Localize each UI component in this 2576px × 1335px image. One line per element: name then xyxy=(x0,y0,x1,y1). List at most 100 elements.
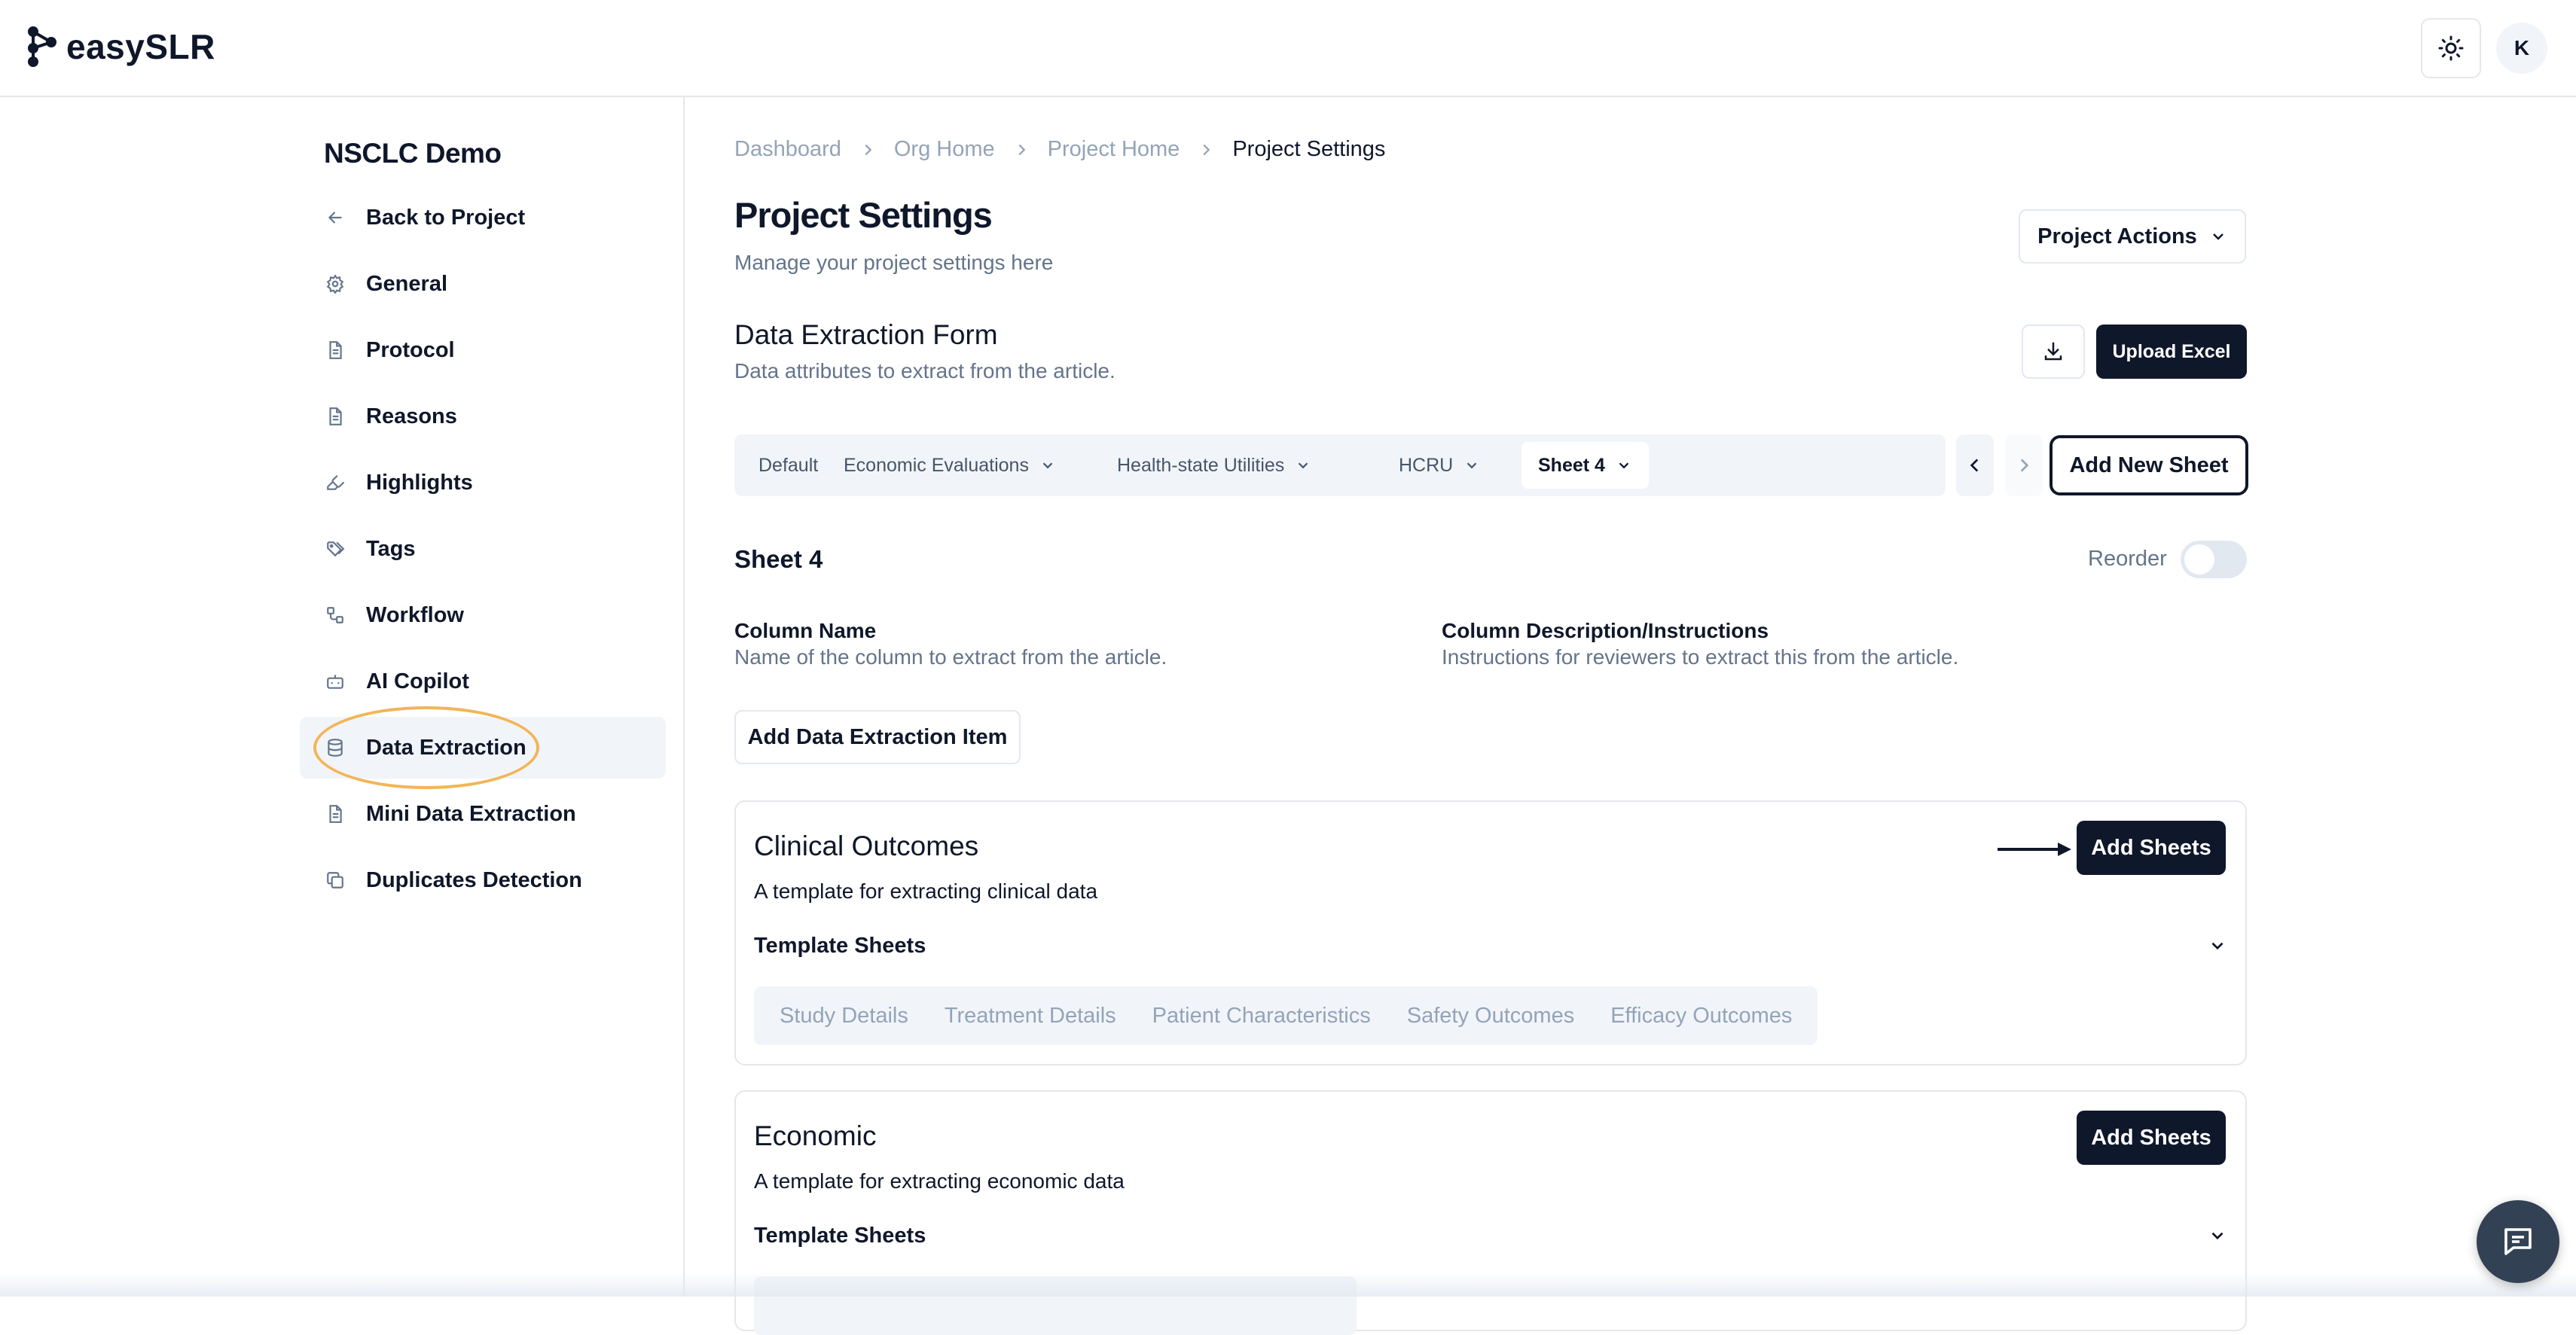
column-description-heading: Column Description/Instructions xyxy=(1442,619,1769,642)
database-icon xyxy=(324,736,346,759)
template-description: A template for extracting clinical data xyxy=(754,879,1098,903)
pointer-arrow-annotation xyxy=(1998,843,2071,856)
add-new-sheet-button[interactable]: Add New Sheet xyxy=(2050,435,2248,495)
template-sheets-list: Study Details Treatment Details Patient … xyxy=(754,986,1818,1045)
breadcrumb-current: Project Settings xyxy=(1232,137,1386,161)
sidebar-item-workflow[interactable]: Workflow xyxy=(300,584,666,646)
template-title: Economic xyxy=(754,1120,877,1151)
chevron-down-icon[interactable] xyxy=(2206,1224,2229,1247)
template-sheets-label: Template Sheets xyxy=(754,934,926,958)
workflow-icon xyxy=(324,604,346,626)
logo[interactable]: easySLR xyxy=(26,26,215,68)
tab-sheet-4[interactable]: Sheet 4 xyxy=(1521,442,1649,489)
logo-icon xyxy=(28,26,56,67)
sidebar-item-label: Tags xyxy=(366,536,416,561)
tab-label: Default xyxy=(758,454,819,476)
upload-excel-button[interactable]: Upload Excel xyxy=(2096,325,2247,379)
add-data-extraction-item-button[interactable]: Add Data Extraction Item xyxy=(734,710,1021,764)
sidebar-item-highlights[interactable]: Highlights xyxy=(300,452,666,514)
bot-icon xyxy=(324,670,346,693)
sidebar-item-mini-data-extraction[interactable]: Mini Data Extraction xyxy=(300,783,666,845)
template-sheets-label: Template Sheets xyxy=(754,1224,926,1248)
document-icon xyxy=(324,803,346,825)
form-subtitle: Data attributes to extract from the arti… xyxy=(734,359,1116,383)
tab-economic-evaluations[interactable]: Economic Evaluations xyxy=(827,442,1073,489)
sidebar-item-label: Mini Data Extraction xyxy=(366,801,576,826)
tab-default[interactable]: Default xyxy=(742,442,835,489)
column-name-heading: Column Name xyxy=(734,619,877,642)
sidebar-item-tags[interactable]: Tags xyxy=(300,518,666,580)
reorder-toggle[interactable] xyxy=(2181,541,2247,578)
sidebar-item-label: Reasons xyxy=(366,404,457,428)
toggle-knob xyxy=(2184,544,2214,575)
chevron-down-icon xyxy=(1299,462,1308,469)
highlighter-icon xyxy=(324,471,346,494)
reorder-label: Reorder xyxy=(2088,547,2167,571)
project-actions-label: Project Actions xyxy=(2037,224,2197,248)
chevron-down-icon xyxy=(1467,462,1477,469)
form-title: Data Extraction Form xyxy=(734,319,998,350)
sidebar-item-duplicates-detection[interactable]: Duplicates Detection xyxy=(300,849,666,911)
tags-icon xyxy=(324,538,346,560)
sheet-title: Sheet 4 xyxy=(734,545,823,573)
breadcrumb-dashboard[interactable]: Dashboard xyxy=(734,137,841,162)
tab-hcru[interactable]: HCRU xyxy=(1382,442,1497,489)
page-title: Project Settings xyxy=(734,195,993,235)
chevron-down-icon xyxy=(2212,233,2223,240)
scroll-tabs-right-button[interactable] xyxy=(2005,434,2043,496)
sidebar-divider xyxy=(683,97,685,1297)
copy-icon xyxy=(324,869,346,892)
sidebar-item-label: Workflow xyxy=(366,602,464,627)
add-sheets-button[interactable]: Add Sheets xyxy=(2077,821,2226,875)
template-sheet-chip: Study Details xyxy=(780,1003,908,1028)
sheet-tabs: Default Economic Evaluations Health-stat… xyxy=(734,434,1946,496)
chevron-right-icon xyxy=(859,142,876,158)
tab-health-state-utilities[interactable]: Health-state Utilities xyxy=(1100,442,1328,489)
sidebar-item-back-to-project[interactable]: Back to Project xyxy=(300,187,666,248)
column-description-description: Instructions for reviewers to extract th… xyxy=(1442,645,1959,669)
chevron-down-icon xyxy=(1042,462,1053,469)
gear-icon xyxy=(324,273,346,295)
chat-button[interactable] xyxy=(2477,1200,2559,1283)
breadcrumb-org-home[interactable]: Org Home xyxy=(894,137,995,162)
user-avatar[interactable]: K xyxy=(2496,23,2547,74)
template-sheets-list xyxy=(754,1276,1357,1335)
chevron-right-icon xyxy=(1013,142,1030,158)
sidebar-item-label: Duplicates Detection xyxy=(366,867,582,892)
add-sheets-button[interactable]: Add Sheets xyxy=(2077,1111,2226,1165)
chevron-down-icon[interactable] xyxy=(2206,934,2229,957)
scroll-tabs-left-button[interactable] xyxy=(1956,434,1994,496)
sidebar-item-reasons[interactable]: Reasons xyxy=(300,386,666,447)
top-bar: easySLR K xyxy=(0,0,2576,97)
breadcrumb: Dashboard Org Home Project Home Project … xyxy=(734,137,1385,162)
template-sheet-chip: Treatment Details xyxy=(944,1003,1116,1028)
chevron-left-icon xyxy=(1970,459,1979,472)
theme-toggle-button[interactable] xyxy=(2421,18,2481,78)
project-name: NSCLC Demo xyxy=(324,138,502,169)
sidebar-item-label: Highlights xyxy=(366,470,473,495)
template-sheet-chip: Efficacy Outcomes xyxy=(1610,1003,1793,1028)
sun-icon xyxy=(2438,35,2464,61)
template-title: Clinical Outcomes xyxy=(754,831,979,861)
sidebar-item-label: AI Copilot xyxy=(366,669,469,693)
download-button[interactable] xyxy=(2022,325,2085,379)
tab-label: Sheet 4 xyxy=(1538,454,1605,476)
logo-text: easySLR xyxy=(66,27,215,66)
project-actions-button[interactable]: Project Actions xyxy=(2019,209,2246,264)
document-icon xyxy=(324,405,346,428)
template-sheet-chip: Safety Outcomes xyxy=(1406,1003,1575,1028)
template-card-economic: Economic A template for extracting econo… xyxy=(734,1090,2247,1335)
sidebar-item-label: General xyxy=(366,271,447,296)
download-icon xyxy=(2044,342,2062,361)
sidebar-item-protocol[interactable]: Protocol xyxy=(300,319,666,381)
template-sheet-chip: Patient Characteristics xyxy=(1152,1003,1371,1028)
sidebar-item-label: Data Extraction xyxy=(366,735,526,760)
chevron-right-icon xyxy=(2020,459,2029,472)
sidebar-item-general[interactable]: General xyxy=(300,253,666,315)
sidebar-item-ai-copilot[interactable]: AI Copilot xyxy=(300,651,666,712)
sidebar-item-data-extraction[interactable]: Data Extraction xyxy=(300,717,666,779)
document-icon xyxy=(324,339,346,361)
breadcrumb-project-home[interactable]: Project Home xyxy=(1048,137,1180,162)
column-name-description: Name of the column to extract from the a… xyxy=(734,645,1167,669)
chevron-down-icon xyxy=(1619,462,1629,469)
